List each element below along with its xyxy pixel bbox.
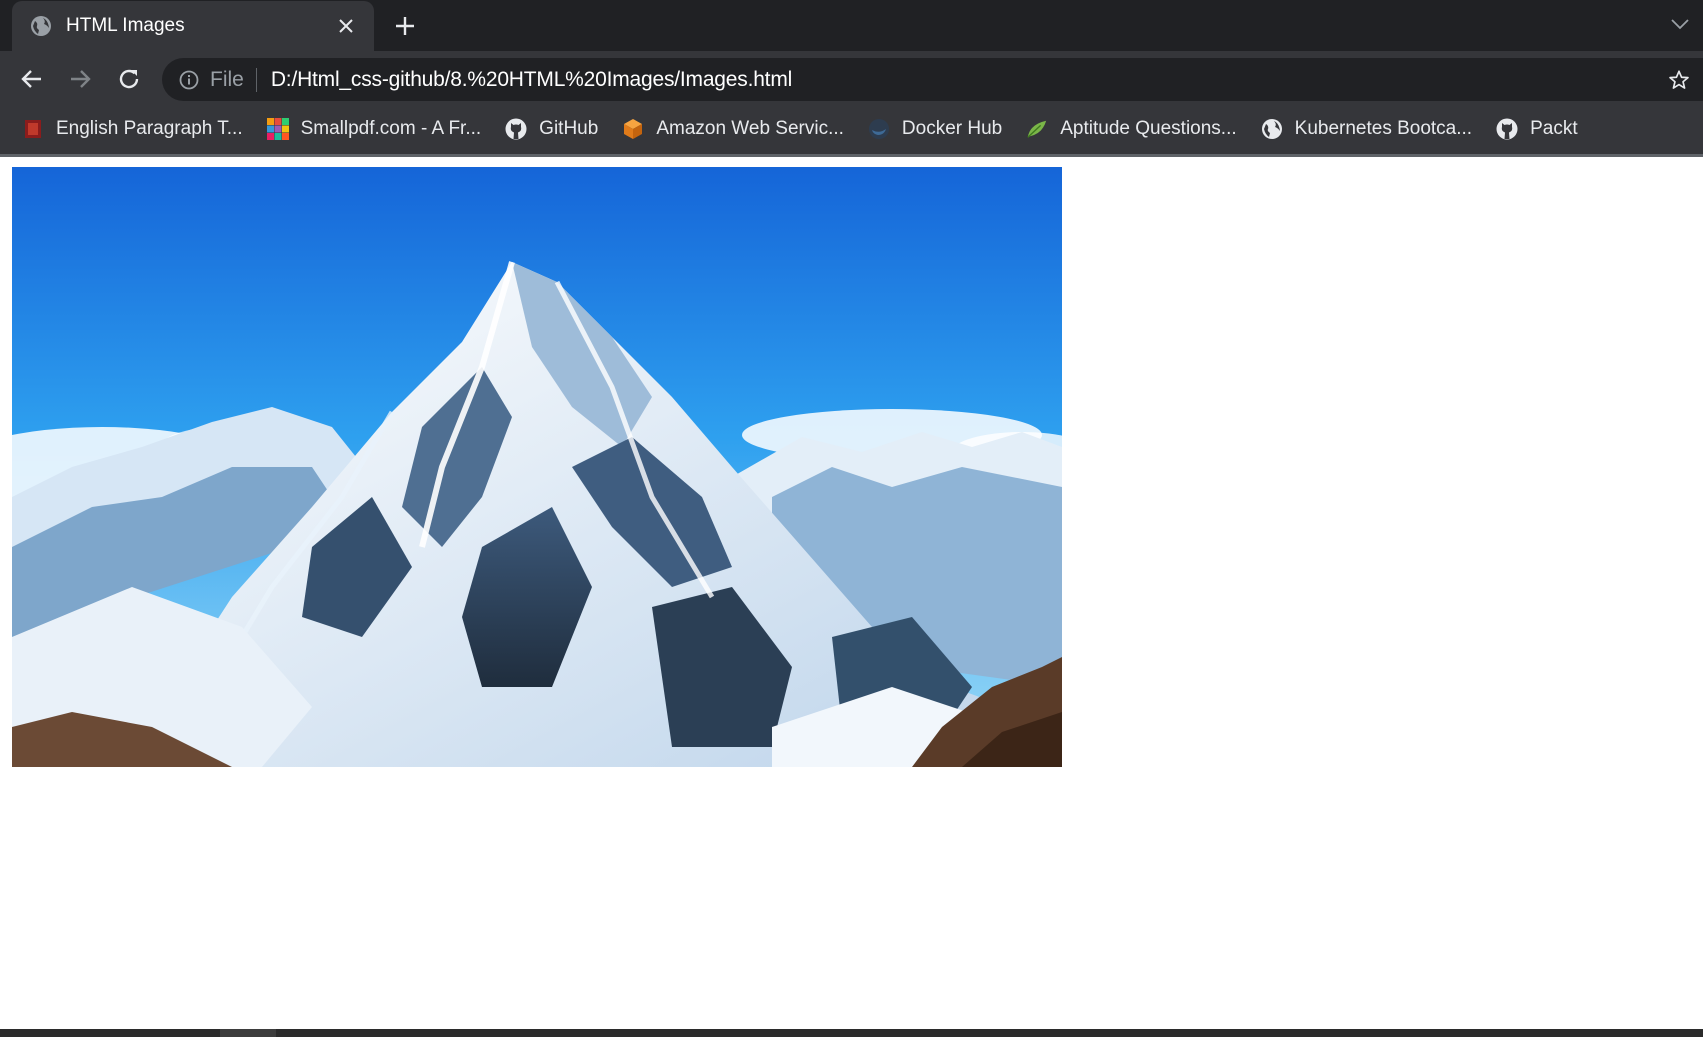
bookmark-smallpdf[interactable]: Smallpdf.com - A Fr... <box>266 113 482 145</box>
bookmark-docker-hub[interactable]: Docker Hub <box>868 113 1002 145</box>
globe-icon <box>30 15 52 37</box>
address-bar[interactable]: File D:/Html_css-github/8.%20HTML%20Imag… <box>162 58 1703 101</box>
taskbar-item[interactable] <box>220 1029 276 1037</box>
bookmark-label: Packt <box>1530 118 1578 139</box>
arrow-right-icon <box>71 70 91 88</box>
aws-cube-icon <box>622 118 644 140</box>
taskbar-edge <box>0 1029 1703 1037</box>
bookmark-github[interactable]: GitHub <box>505 113 598 145</box>
github-icon <box>1496 118 1518 140</box>
bookmark-kubernetes[interactable]: Kubernetes Bootca... <box>1261 113 1472 145</box>
chevron-down-icon <box>1671 19 1689 30</box>
bookmark-packt[interactable]: Packt <box>1496 113 1578 145</box>
plus-icon <box>396 17 414 35</box>
reload-button[interactable] <box>111 61 147 97</box>
bookmark-english-paragraph[interactable]: English Paragraph T... <box>22 113 243 145</box>
forward-button[interactable] <box>62 61 98 97</box>
github-icon <box>505 118 527 140</box>
mountain-image <box>12 167 1062 767</box>
bookmark-label: English Paragraph T... <box>56 118 243 139</box>
tab-strip: HTML Images <box>0 0 1703 51</box>
leaf-icon <box>1026 118 1048 140</box>
new-tab-button[interactable] <box>390 11 420 41</box>
bookmark-label: Amazon Web Servic... <box>656 118 844 139</box>
info-icon[interactable] <box>178 69 200 91</box>
star-icon[interactable] <box>1665 66 1693 94</box>
tab-title: HTML Images <box>66 15 185 36</box>
tab-html-images[interactable]: HTML Images <box>12 1 374 51</box>
bookmarks-bar: English Paragraph T... Smallpdf.com - A … <box>0 109 1703 149</box>
smallpdf-icon <box>266 118 289 140</box>
reload-icon <box>119 69 139 89</box>
address-separator <box>255 67 257 92</box>
url-text[interactable]: D:/Html_css-github/8.%20HTML%20Images/Im… <box>271 68 792 92</box>
browser-toolbar: File D:/Html_css-github/8.%20HTML%20Imag… <box>0 51 1703 157</box>
bookmark-label: GitHub <box>539 118 599 139</box>
close-icon[interactable] <box>332 12 360 40</box>
bookmark-label: Docker Hub <box>901 118 1003 139</box>
back-button[interactable] <box>14 61 50 97</box>
docker-icon <box>868 118 890 140</box>
tab-search-button[interactable] <box>1666 10 1694 38</box>
bookmark-aptitude[interactable]: Aptitude Questions... <box>1026 113 1237 145</box>
globe-icon <box>1261 118 1283 140</box>
red-square-icon <box>22 118 44 140</box>
page-viewport <box>0 157 1703 1029</box>
arrow-left-icon <box>21 70 41 88</box>
bookmark-label: Aptitude Questions... <box>1060 118 1237 139</box>
bookmark-label: Kubernetes Bootca... <box>1294 118 1473 139</box>
url-scheme-label: File <box>210 67 244 91</box>
bookmark-label: Smallpdf.com - A Fr... <box>300 118 482 139</box>
bookmark-aws[interactable]: Amazon Web Servic... <box>622 113 844 145</box>
